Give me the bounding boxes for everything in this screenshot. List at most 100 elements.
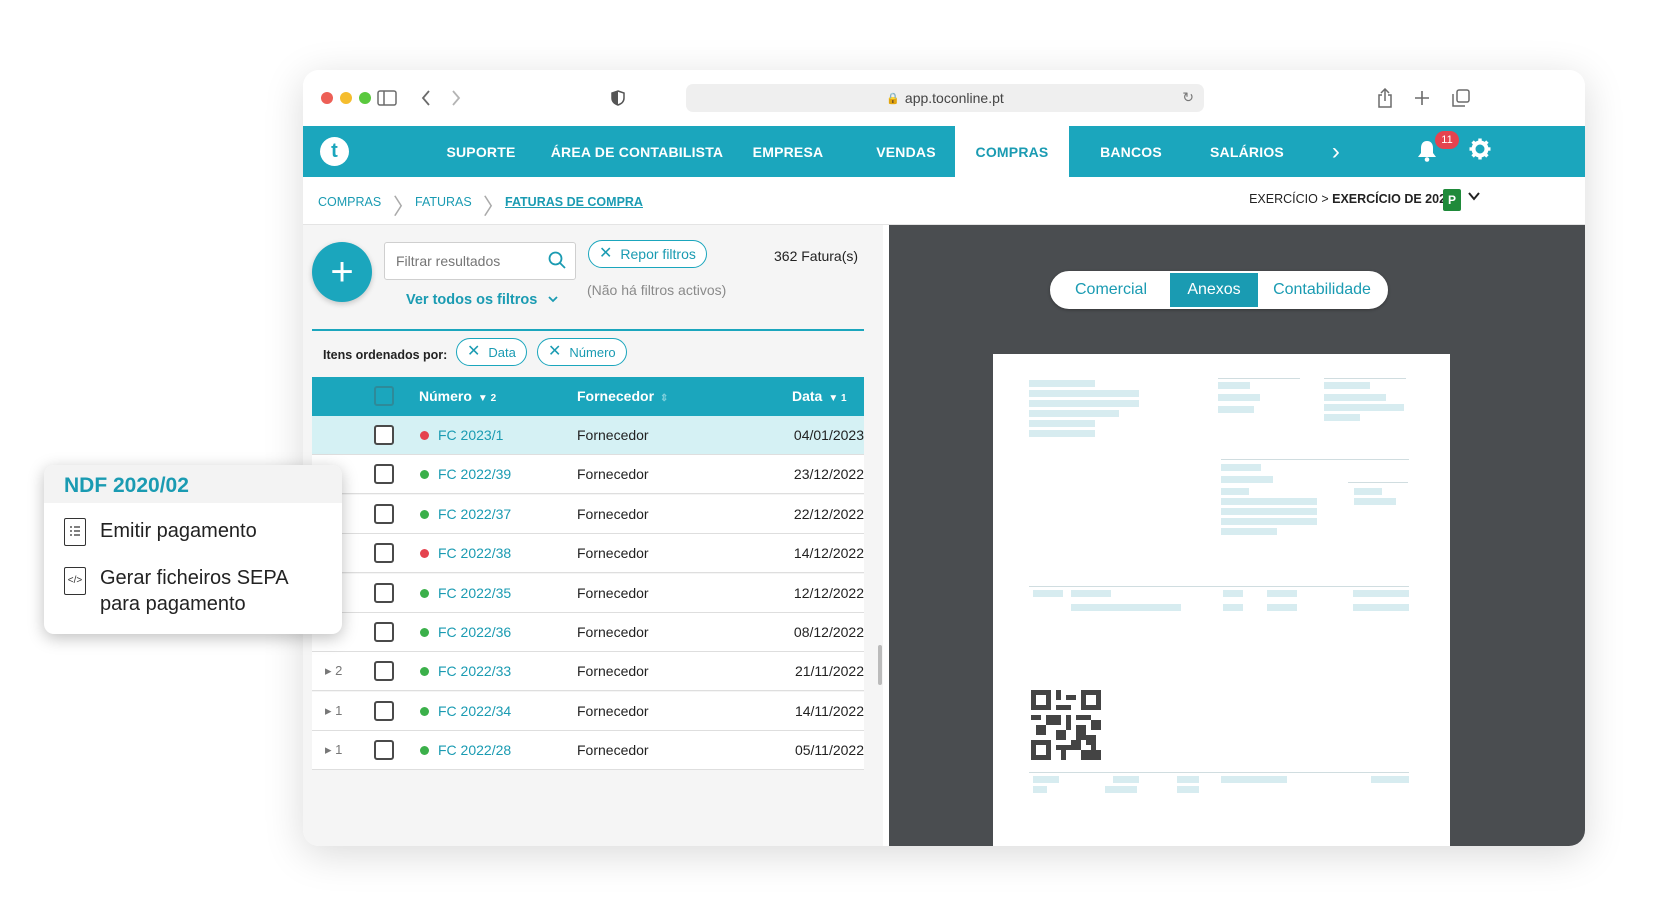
reload-icon[interactable]: ↻ [1182, 89, 1194, 106]
app-logo[interactable]: t [320, 137, 349, 166]
nav-item-area-de-contabilista[interactable]: ÁREA DE CONTABILISTA [539, 126, 735, 177]
invoice-number-link[interactable]: FC 2022/33 [438, 663, 511, 679]
invoice-number-link[interactable]: FC 2022/37 [438, 506, 511, 522]
row-checkbox[interactable] [374, 740, 394, 761]
settings-gear-icon[interactable] [1469, 138, 1491, 166]
date-cell: 12/12/2022 [793, 584, 864, 601]
privacy-shield-icon[interactable] [609, 86, 627, 110]
maximize-window-button[interactable] [359, 92, 371, 104]
nav-item-bancos[interactable]: BANCOS [1083, 126, 1179, 177]
nav-more-chevron-icon[interactable]: › [1321, 126, 1351, 177]
minimize-window-button[interactable] [340, 92, 352, 104]
scrollbar[interactable] [878, 645, 882, 685]
row-checkbox[interactable] [374, 543, 394, 564]
emit-payment-label: Emitir pagamento [100, 520, 257, 542]
sidebar-toggle-icon[interactable] [375, 86, 399, 110]
exercise-status-badge: P [1443, 189, 1461, 211]
invoice-number-link[interactable]: FC 2022/35 [438, 585, 511, 601]
nav-item-suporte[interactable]: SUPORTE [433, 126, 529, 177]
row-checkbox[interactable] [374, 503, 394, 524]
table-row[interactable]: ▸ 2 FC 2022/33 Fornecedor 21/11/2022 [312, 652, 864, 692]
invoice-number-link[interactable]: FC 2022/38 [438, 545, 511, 561]
table-row[interactable]: FC 2022/35 Fornecedor 12/12/2022 [312, 573, 864, 613]
table-row[interactable]: FC 2022/36 Fornecedor 08/12/2022 [312, 613, 864, 652]
viewer-tabs: Comercial Anexos Contabilidade [1050, 271, 1388, 309]
column-header-numero[interactable]: Número ▼ 2 [419, 388, 496, 404]
add-invoice-button[interactable]: + [312, 242, 372, 302]
table-row[interactable]: FC 2022/38 Fornecedor 14/12/2022 [312, 534, 864, 574]
breadcrumb-faturas-de-compra[interactable]: FATURAS DE COMPRA [505, 195, 643, 209]
supplier-cell: Fornecedor [577, 742, 649, 759]
doc-text-line [1221, 464, 1261, 471]
row-checkbox[interactable] [374, 622, 394, 642]
row-checkbox[interactable] [374, 425, 394, 445]
doc-text-line [1071, 604, 1181, 611]
invoice-number-link[interactable]: FC 2022/36 [438, 624, 511, 640]
row-checkbox[interactable] [374, 700, 394, 721]
back-icon[interactable] [417, 86, 435, 110]
supplier-cell: Fornecedor [577, 702, 649, 719]
ordering-label: Itens ordenados por: [323, 348, 448, 362]
generate-sepa-files-label: Gerar ficheiros SEPA para pagamento [100, 567, 288, 615]
share-icon[interactable] [1374, 86, 1396, 110]
table-row[interactable]: FC 2022/39 Fornecedor 23/12/2022 [312, 455, 864, 495]
invoice-number-link[interactable]: FC 2022/39 [438, 466, 511, 482]
supplier-cell: Fornecedor [577, 545, 649, 562]
nav-item-compras[interactable]: COMPRAS [955, 126, 1069, 177]
order-chip-data-label: Data [488, 344, 516, 360]
order-chip-numero-label: Número [569, 344, 616, 360]
exercise-chevron-down-icon[interactable] [1467, 189, 1481, 208]
tab-contabilidade[interactable]: Contabilidade [1258, 273, 1386, 307]
doc-text-line [1324, 414, 1360, 421]
doc-text-line [1105, 786, 1137, 793]
row-checkbox[interactable] [374, 464, 394, 485]
column-header-data[interactable]: Data ▼ 1 [792, 388, 847, 404]
doc-text-line [1353, 604, 1409, 611]
column-header-fornecedor[interactable]: Fornecedor ⇕ [577, 388, 668, 404]
tab-anexos[interactable]: Anexos [1170, 273, 1258, 307]
nav-item-empresa[interactable]: EMPRESA [740, 126, 836, 177]
doc-text-line [1221, 528, 1277, 535]
close-icon[interactable]: ✕ [467, 344, 480, 360]
exercise-selector[interactable]: EXERCÍCIO > EXERCÍCIO DE 2022 [1249, 192, 1453, 206]
expand-children-toggle[interactable]: ▸ 1 [325, 703, 342, 719]
select-all-checkbox[interactable] [374, 386, 394, 406]
tab-overview-icon[interactable] [1450, 86, 1472, 110]
table-row[interactable]: ▸ 1 FC 2022/34 Fornecedor 14/11/2022 [312, 691, 864, 731]
view-all-filters-link[interactable]: Ver todos os filtros [406, 292, 559, 308]
table-row[interactable]: FC 2023/1 Fornecedor 04/01/2023 [312, 416, 864, 455]
breadcrumb-compras[interactable]: COMPRAS [318, 195, 381, 209]
supplier-cell: Fornecedor [577, 427, 649, 443]
search-icon[interactable] [548, 251, 566, 274]
row-checkbox[interactable] [374, 661, 394, 682]
new-tab-icon[interactable] [1411, 86, 1433, 110]
tab-comercial[interactable]: Comercial [1052, 273, 1170, 307]
close-icon[interactable]: ✕ [548, 344, 561, 360]
forward-icon[interactable] [447, 86, 465, 110]
expand-children-toggle[interactable]: ▸ 1 [325, 742, 342, 758]
table-row[interactable]: FC 2022/37 Fornecedor 22/12/2022 [312, 494, 864, 534]
generate-sepa-files-menu-item[interactable]: </> Gerar ficheiros SEPA para pagamento [64, 565, 314, 617]
expand-children-toggle[interactable]: ▸ 2 [325, 663, 342, 679]
nav-item-vendas[interactable]: VENDAS [858, 126, 954, 177]
doc-text-line [1221, 498, 1317, 505]
close-window-button[interactable] [321, 92, 333, 104]
order-chip-numero[interactable]: ✕ Número [537, 338, 627, 366]
doc-text-line [1221, 518, 1317, 525]
supplier-cell: Fornecedor [577, 505, 649, 522]
exercise-prefix: EXERCÍCIO > [1249, 192, 1333, 206]
breadcrumb-faturas[interactable]: FATURAS [415, 195, 472, 209]
doc-text-line [1354, 498, 1396, 505]
reset-filters-button[interactable]: ✕ Repor filtros [588, 240, 707, 268]
address-bar[interactable]: 🔒 app.toconline.pt ↻ [686, 84, 1204, 112]
row-checkbox[interactable] [374, 582, 394, 603]
table-row[interactable]: ▸ 1 FC 2022/28 Fornecedor 05/11/2022 [312, 731, 864, 771]
invoice-number-link[interactable]: FC 2023/1 [438, 427, 503, 443]
invoice-number-link[interactable]: FC 2022/34 [438, 703, 511, 719]
order-chip-data[interactable]: ✕ Data [456, 338, 527, 366]
emit-payment-menu-item[interactable]: Emitir pagamento [64, 518, 257, 546]
nav-item-salarios[interactable]: SALÁRIOS [1199, 126, 1295, 177]
invoice-number-link[interactable]: FC 2022/28 [438, 742, 511, 758]
doc-text-line [1113, 776, 1139, 783]
notifications-bell-icon[interactable] [1417, 140, 1437, 168]
